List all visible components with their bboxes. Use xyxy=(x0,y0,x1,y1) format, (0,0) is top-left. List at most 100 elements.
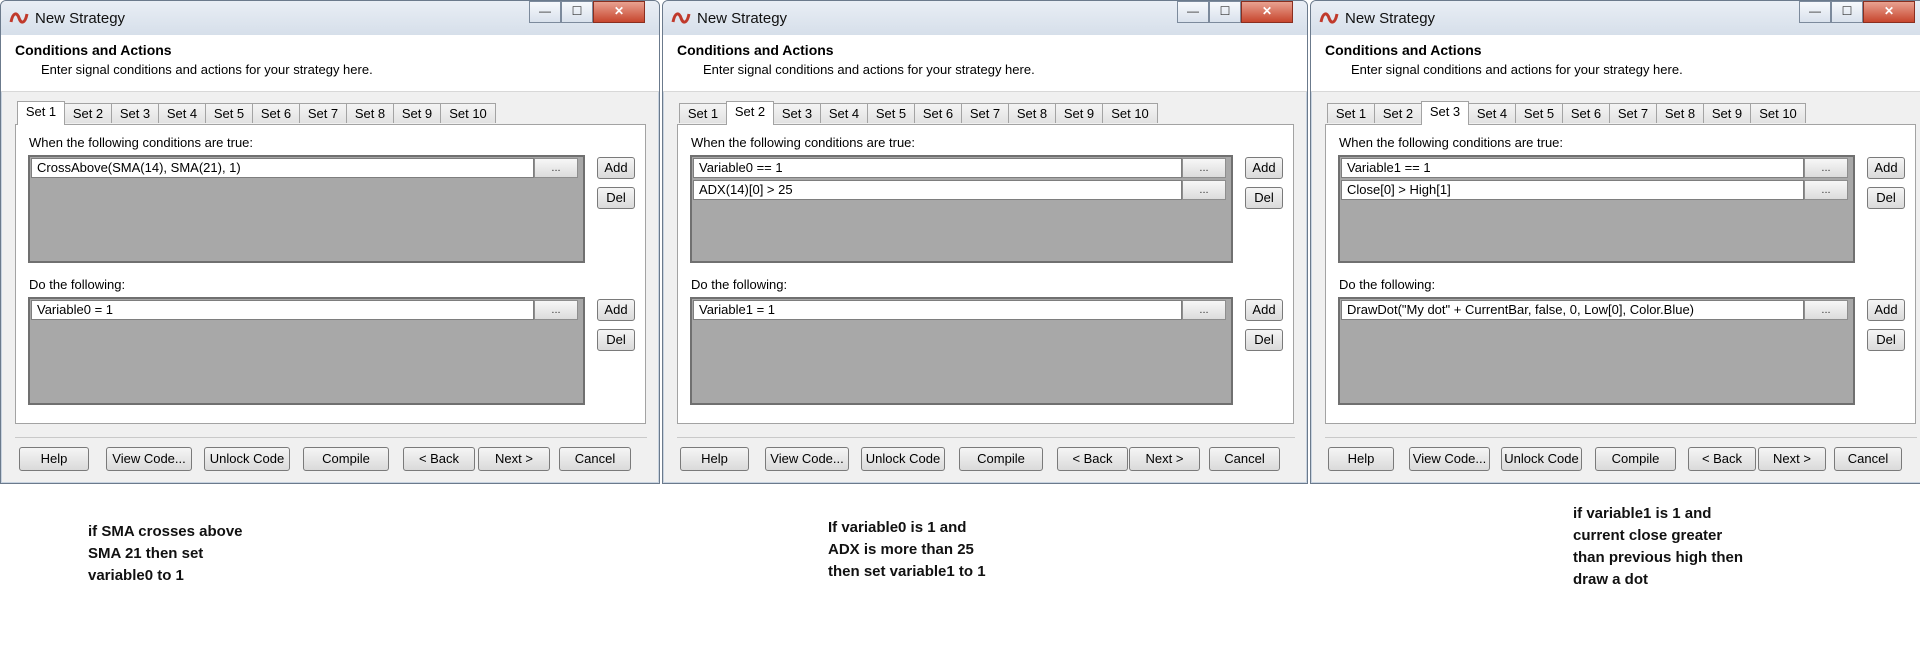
list-item[interactable]: Variable0 == 1... xyxy=(693,158,1231,179)
unlock-code-button[interactable]: Unlock Code xyxy=(204,447,290,471)
del-condition-button[interactable]: Del xyxy=(1867,187,1905,209)
add-condition-button[interactable]: Add xyxy=(1245,157,1283,179)
tab-set-7[interactable]: Set 7 xyxy=(1609,103,1657,123)
tab-set-8[interactable]: Set 8 xyxy=(1008,103,1056,123)
conditions-expression[interactable]: Close[0] > High[1] xyxy=(1341,180,1804,200)
tab-set-10[interactable]: Set 10 xyxy=(1102,103,1158,123)
cancel-button[interactable]: Cancel xyxy=(559,447,631,471)
tab-set-3[interactable]: Set 3 xyxy=(111,103,159,123)
list-item[interactable]: DrawDot("My dot" + CurrentBar, false, 0,… xyxy=(1341,300,1853,321)
tab-set-1[interactable]: Set 1 xyxy=(1327,103,1375,123)
ellipsis-button[interactable]: ... xyxy=(534,300,578,320)
add-condition-button[interactable]: Add xyxy=(597,157,635,179)
next-button[interactable]: Next > xyxy=(1129,447,1200,471)
compile-button[interactable]: Compile xyxy=(303,447,389,471)
unlock-code-button[interactable]: Unlock Code xyxy=(1501,447,1582,471)
next-button[interactable]: Next > xyxy=(478,447,550,471)
list-item[interactable]: Variable1 == 1... xyxy=(1341,158,1853,179)
tab-set-3[interactable]: Set 3 xyxy=(773,103,821,123)
actions-expression[interactable]: DrawDot("My dot" + CurrentBar, false, 0,… xyxy=(1341,300,1804,320)
cancel-button[interactable]: Cancel xyxy=(1209,447,1280,471)
tab-set-6[interactable]: Set 6 xyxy=(252,103,300,123)
close-button[interactable]: ✕ xyxy=(1241,1,1293,23)
tab-set-4[interactable]: Set 4 xyxy=(1468,103,1516,123)
list-item[interactable]: Variable0 = 1... xyxy=(31,300,583,321)
add-condition-button[interactable]: Add xyxy=(1867,157,1905,179)
tab-set-6[interactable]: Set 6 xyxy=(1562,103,1610,123)
add-action-button[interactable]: Add xyxy=(597,299,635,321)
list-item[interactable]: Variable1 = 1... xyxy=(693,300,1231,321)
add-action-button[interactable]: Add xyxy=(1245,299,1283,321)
add-action-button[interactable]: Add xyxy=(1867,299,1905,321)
ellipsis-button[interactable]: ... xyxy=(1804,300,1848,320)
view-code-button[interactable]: View Code... xyxy=(1409,447,1490,471)
tab-set-9[interactable]: Set 9 xyxy=(393,103,441,123)
del-action-button[interactable]: Del xyxy=(597,329,635,351)
tab-set-9[interactable]: Set 9 xyxy=(1055,103,1103,123)
tab-set-10[interactable]: Set 10 xyxy=(1750,103,1806,123)
ellipsis-button[interactable]: ... xyxy=(1182,300,1226,320)
list-item[interactable]: ADX(14)[0] > 25... xyxy=(693,180,1231,201)
actions-list[interactable]: Variable1 = 1... xyxy=(690,297,1233,405)
conditions-expression[interactable]: ADX(14)[0] > 25 xyxy=(693,180,1182,200)
help-button[interactable]: Help xyxy=(680,447,749,471)
view-code-button[interactable]: View Code... xyxy=(106,447,192,471)
ellipsis-button[interactable]: ... xyxy=(1182,158,1226,178)
help-button[interactable]: Help xyxy=(1328,447,1394,471)
maximize-button[interactable]: ☐ xyxy=(561,1,593,23)
tab-set-1[interactable]: Set 1 xyxy=(17,101,65,125)
ellipsis-button[interactable]: ... xyxy=(534,158,578,178)
tab-set-6[interactable]: Set 6 xyxy=(914,103,962,123)
title-bar[interactable]: New Strategy — ☐ ✕ xyxy=(663,1,1307,36)
ellipsis-button[interactable]: ... xyxy=(1182,180,1226,200)
ellipsis-button[interactable]: ... xyxy=(1804,158,1848,178)
title-bar[interactable]: New Strategy — ☐ ✕ xyxy=(1,1,659,36)
tab-set-2[interactable]: Set 2 xyxy=(64,103,112,123)
list-item[interactable]: Close[0] > High[1]... xyxy=(1341,180,1853,201)
compile-button[interactable]: Compile xyxy=(1595,447,1676,471)
conditions-list[interactable]: CrossAbove(SMA(14), SMA(21), 1)... xyxy=(28,155,585,263)
conditions-list[interactable]: Variable1 == 1... Close[0] > High[1]... xyxy=(1338,155,1855,263)
actions-expression[interactable]: Variable1 = 1 xyxy=(693,300,1182,320)
tab-set-1[interactable]: Set 1 xyxy=(679,103,727,123)
view-code-button[interactable]: View Code... xyxy=(765,447,849,471)
conditions-expression[interactable]: Variable0 == 1 xyxy=(693,158,1182,178)
del-condition-button[interactable]: Del xyxy=(597,187,635,209)
actions-list[interactable]: Variable0 = 1... xyxy=(28,297,585,405)
tab-set-7[interactable]: Set 7 xyxy=(961,103,1009,123)
conditions-list[interactable]: Variable0 == 1... ADX(14)[0] > 25... xyxy=(690,155,1233,263)
unlock-code-button[interactable]: Unlock Code xyxy=(861,447,945,471)
ellipsis-button[interactable]: ... xyxy=(1804,180,1848,200)
minimize-button[interactable]: — xyxy=(1799,1,1831,23)
maximize-button[interactable]: ☐ xyxy=(1209,1,1241,23)
back-button[interactable]: < Back xyxy=(403,447,475,471)
actions-expression[interactable]: Variable0 = 1 xyxy=(31,300,534,320)
minimize-button[interactable]: — xyxy=(529,1,561,23)
compile-button[interactable]: Compile xyxy=(959,447,1043,471)
tab-set-7[interactable]: Set 7 xyxy=(299,103,347,123)
tab-set-4[interactable]: Set 4 xyxy=(158,103,206,123)
next-button[interactable]: Next > xyxy=(1758,447,1826,471)
tab-set-5[interactable]: Set 5 xyxy=(1515,103,1563,123)
help-button[interactable]: Help xyxy=(19,447,89,471)
maximize-button[interactable]: ☐ xyxy=(1831,1,1863,23)
close-button[interactable]: ✕ xyxy=(593,1,645,23)
del-condition-button[interactable]: Del xyxy=(1245,187,1283,209)
tab-set-2[interactable]: Set 2 xyxy=(726,101,774,125)
conditions-expression[interactable]: Variable1 == 1 xyxy=(1341,158,1804,178)
tab-set-5[interactable]: Set 5 xyxy=(867,103,915,123)
tab-set-10[interactable]: Set 10 xyxy=(440,103,496,123)
del-action-button[interactable]: Del xyxy=(1867,329,1905,351)
close-button[interactable]: ✕ xyxy=(1863,1,1915,23)
tab-set-8[interactable]: Set 8 xyxy=(1656,103,1704,123)
tab-set-2[interactable]: Set 2 xyxy=(1374,103,1422,123)
tab-set-9[interactable]: Set 9 xyxy=(1703,103,1751,123)
minimize-button[interactable]: — xyxy=(1177,1,1209,23)
back-button[interactable]: < Back xyxy=(1057,447,1128,471)
tab-set-4[interactable]: Set 4 xyxy=(820,103,868,123)
title-bar[interactable]: New Strategy — ☐ ✕ xyxy=(1311,1,1920,36)
tab-set-8[interactable]: Set 8 xyxy=(346,103,394,123)
tab-set-3[interactable]: Set 3 xyxy=(1421,101,1469,125)
tab-set-5[interactable]: Set 5 xyxy=(205,103,253,123)
conditions-expression[interactable]: CrossAbove(SMA(14), SMA(21), 1) xyxy=(31,158,534,178)
